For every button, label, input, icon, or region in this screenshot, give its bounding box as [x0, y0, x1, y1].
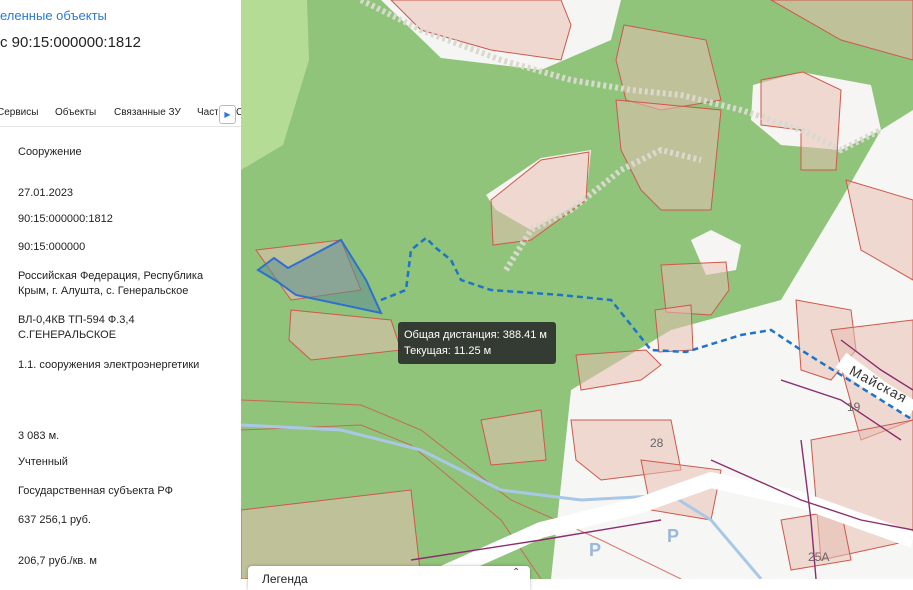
- tab-services[interactable]: Сервисы: [0, 107, 38, 118]
- value-date: 27.01.2023: [18, 187, 74, 199]
- house-number-25a: 25А: [808, 550, 830, 564]
- map-view[interactable]: Майская 19 28 25А P P: [241, 0, 913, 579]
- legend-label: Легенда: [262, 572, 308, 586]
- value-quarter: 90:15:000000: [18, 241, 86, 253]
- value-purpose: 1.1. сооружения электроэнергетики: [18, 359, 200, 371]
- tab-scroll-right-button[interactable]: ▶: [219, 105, 236, 124]
- info-panel: еленные объекты с 90:15:000000:1812 Серв…: [0, 0, 242, 579]
- tab-parts[interactable]: Часть: [197, 107, 218, 118]
- tab-related-parcels[interactable]: Связанные ЗУ: [114, 107, 181, 118]
- legend-panel[interactable]: Легенда ⌃: [248, 566, 530, 590]
- value-cadastral-cost: 637 256,1 руб.: [18, 514, 91, 526]
- tooltip-total-distance: Общая дистанция: 388.41 м: [404, 329, 547, 341]
- header-link[interactable]: еленные объекты: [0, 8, 107, 23]
- map-canvas[interactable]: [241, 0, 913, 579]
- value-length: 3 083 м.: [18, 430, 60, 442]
- value-name: ВЛ-0,4КВ ТП-594 Ф.3,4 С.ГЕНЕРАЛЬСКОЕ: [18, 314, 135, 341]
- parking-icon: P: [589, 540, 602, 560]
- measure-tooltip: Общая дистанция: 388.41 м Текущая: 11.25…: [398, 322, 556, 364]
- page-title: с 90:15:000000:1812: [0, 34, 141, 51]
- value-type: Сооружение: [18, 146, 82, 158]
- chevron-up-icon[interactable]: ⌃: [512, 567, 520, 578]
- arrow-right-icon: ▶: [224, 110, 231, 119]
- tooltip-current-distance: Текущая: 11.25 м: [404, 345, 492, 357]
- value-address: Российская Федерация, Республика Крым, г…: [18, 270, 204, 297]
- value-cadastral-number: 90:15:000000:1812: [18, 213, 113, 225]
- tab-objects[interactable]: Объекты: [55, 107, 96, 118]
- parking-icon: P: [667, 526, 680, 546]
- value-specific-cost: 206,7 руб./кв. м: [18, 555, 97, 567]
- value-status: Учтенный: [18, 456, 68, 468]
- value-ownership: Государственная субъекта РФ: [18, 485, 173, 497]
- house-number-28: 28: [650, 436, 664, 450]
- tab-bar: Сервисы Объекты Связанные ЗУ Часть ▶ С: [0, 102, 241, 127]
- house-number-19: 19: [847, 400, 861, 414]
